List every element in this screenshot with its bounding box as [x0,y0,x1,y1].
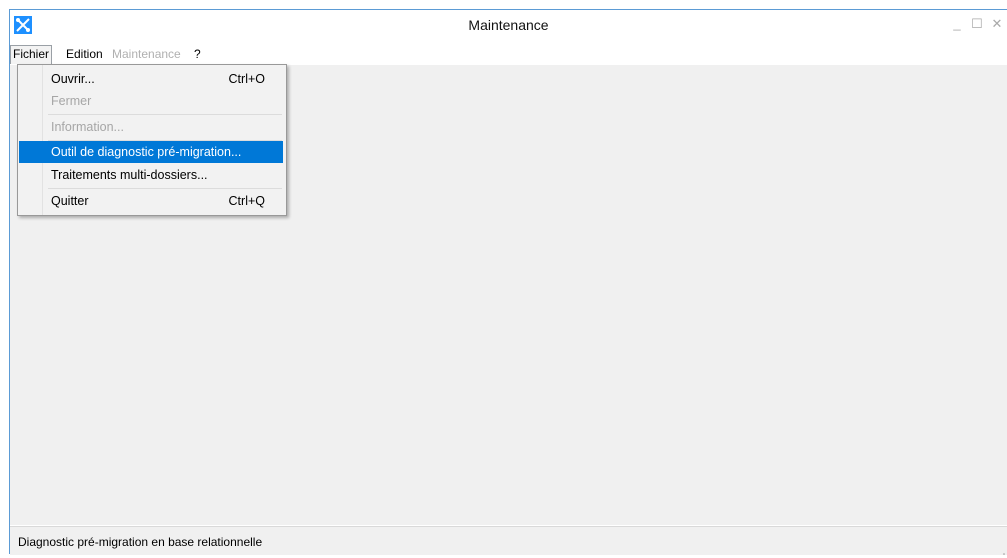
menu-item-diagnostic[interactable]: Outil de diagnostic pré-migration... [19,141,283,163]
menu-maintenance[interactable]: Maintenance [111,46,182,62]
window-title: Maintenance [468,17,549,33]
fichier-dropdown-menu: Ouvrir... Ctrl+O Fermer Information... O… [17,64,287,216]
menu-item-label: Fermer [51,94,92,108]
menu-fichier[interactable]: Fichier [10,45,53,64]
app-window: Maintenance _ ☐ ✕ Fichier Edition Mainte… [0,0,1007,555]
menu-item-label: Outil de diagnostic pré-migration... [51,145,242,159]
status-bar: Diagnostic pré-migration en base relatio… [10,526,1007,555]
menu-item-multi-dossiers[interactable]: Traitements multi-dossiers... [19,164,283,186]
title-bar: Maintenance _ ☐ ✕ [10,10,1007,40]
menu-item-label: Information... [51,120,124,134]
status-text: Diagnostic pré-migration en base relatio… [18,535,263,549]
close-icon[interactable]: ✕ [991,16,1003,32]
menu-item-information[interactable]: Information... [19,116,283,138]
resize-grip-icon[interactable] [997,544,1005,555]
menu-item-shortcut: Ctrl+Q [228,194,265,208]
window-controls: _ ☐ ✕ [951,16,1003,32]
menu-bar: Fichier Edition Maintenance ? [10,44,1007,64]
menu-item-quitter[interactable]: Quitter Ctrl+Q [19,190,283,212]
menu-item-fermer[interactable]: Fermer [19,90,283,112]
menu-separator [48,188,282,189]
menu-item-label: Quitter [51,194,89,208]
menu-item-label: Traitements multi-dossiers... [51,168,208,182]
menu-separator [48,114,282,115]
menu-item-label: Ouvrir... [51,72,95,86]
menu-help[interactable]: ? [193,46,202,62]
menu-edition[interactable]: Edition [65,46,104,62]
minimize-icon[interactable]: _ [951,16,963,32]
maximize-icon[interactable]: ☐ [971,16,983,32]
menu-item-ouvrir[interactable]: Ouvrir... Ctrl+O [19,68,283,90]
menu-item-shortcut: Ctrl+O [228,72,265,86]
